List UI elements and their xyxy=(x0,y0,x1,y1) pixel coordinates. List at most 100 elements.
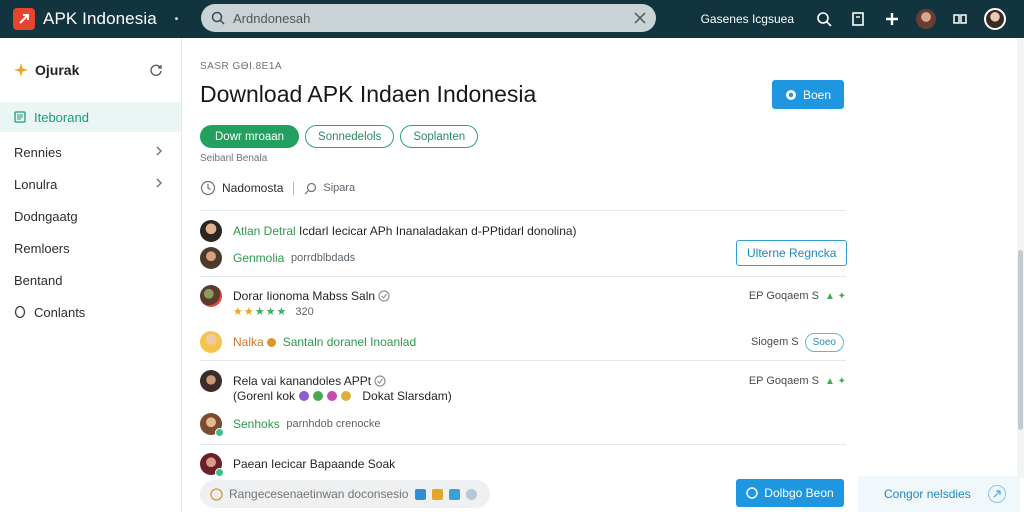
sidebar-item-label: Bentand xyxy=(14,272,63,288)
comment-input[interactable] xyxy=(229,487,409,501)
circle-icon xyxy=(14,305,26,319)
filter-bar: Nadomosta Sipara xyxy=(200,180,355,196)
search-icon[interactable] xyxy=(304,182,317,195)
item-author[interactable]: Nalka xyxy=(233,335,264,349)
separator xyxy=(293,181,295,195)
search-input[interactable] xyxy=(233,10,634,26)
list-item[interactable]: Dorar Iionoma Mabss Saln EP Goqaem S ▲ ✦ xyxy=(200,285,846,307)
search-icon xyxy=(211,11,225,25)
profile-avatar[interactable] xyxy=(916,9,936,29)
image-icon[interactable] xyxy=(432,488,443,500)
trend-icon: ▲ ✦ xyxy=(824,375,846,387)
sidebar-item-home[interactable]: Iteborand xyxy=(0,102,181,132)
help-label: Congor nelsdies xyxy=(884,487,971,501)
pill-soplanten[interactable]: Soplanten xyxy=(400,125,479,148)
item-subline: (Gorenl kok Dokat Slarsdam) xyxy=(233,389,452,403)
send-button[interactable]: Dolbgo Beon xyxy=(736,479,844,507)
sidebar-item-remloers[interactable]: Remloers xyxy=(0,232,181,264)
avatar xyxy=(200,413,224,437)
item-text: parnhdob crenocke xyxy=(286,418,381,430)
chevron-right-icon xyxy=(156,178,162,188)
avatar xyxy=(200,370,222,392)
send-button-label: Dolbgo Beon xyxy=(764,486,834,500)
sidebar-item-conlants[interactable]: Conlants xyxy=(0,296,181,328)
page-title: Download APK Indaen Indonesia xyxy=(200,81,537,107)
bookmark-icon[interactable] xyxy=(848,9,868,29)
emoji-icon[interactable] xyxy=(210,487,223,501)
sidebar-header: Ojurak xyxy=(0,38,181,102)
clock-icon[interactable] xyxy=(200,180,216,196)
dropdown-dot-icon[interactable]: • xyxy=(175,14,179,25)
item-title[interactable]: Rela vai kanandoles APPt xyxy=(233,374,371,388)
item-meta: EP Goqaem S ▲ ✦ xyxy=(749,375,846,387)
filter-secondary[interactable]: Sipara xyxy=(323,182,355,194)
help-icon[interactable] xyxy=(988,485,1006,503)
scrollbar-thumb[interactable] xyxy=(1018,250,1023,430)
sidebar-item-lonulra[interactable]: Lonulra xyxy=(0,168,181,200)
avatar xyxy=(200,247,222,269)
item-meta-text: Siogem S xyxy=(750,336,799,348)
row-mini-button[interactable]: Soeo xyxy=(804,332,844,352)
item-meta: EP Goqaem S ▲ ✦ xyxy=(749,290,846,302)
refresh-icon[interactable] xyxy=(149,63,163,77)
item-title[interactable]: Paean Iecicar Bapaande Soak xyxy=(233,457,395,471)
divider xyxy=(200,444,846,445)
list-item[interactable]: Paean Iecicar Bapaande Soak xyxy=(200,452,846,477)
search-icon[interactable] xyxy=(814,9,834,29)
list-item[interactable]: Senhoks parnhdob crenocke xyxy=(200,412,846,437)
sidebar-item-dodngaatg[interactable]: Dodngaatg xyxy=(0,200,181,232)
emoji-icon xyxy=(299,391,310,401)
clear-search-icon[interactable] xyxy=(634,12,646,24)
sidebar-item-bentand[interactable]: Bentand xyxy=(0,264,181,296)
avatar xyxy=(200,453,224,477)
chevron-right-icon xyxy=(156,146,162,156)
sidebar-item-label: Remloers xyxy=(14,240,70,256)
list-item[interactable]: Nalka Santaln doranel Inoanlad Siogem S … xyxy=(200,330,846,354)
add-icon[interactable] xyxy=(882,9,902,29)
sidebar-item-rennies[interactable]: Rennies xyxy=(0,136,181,168)
top-bar: APK Indonesia • Gasenes Icgsuea xyxy=(0,0,1024,38)
verified-icon xyxy=(374,375,387,387)
item-text: Icdarl Iecicar APh Inanaladakan d-PPtida… xyxy=(299,224,577,238)
sidebar: Ojurak Iteborand Rennies Lonulra Dodngaa… xyxy=(0,38,182,512)
sidebar-item-label: Conlants xyxy=(34,304,86,320)
trend-icon: ▲ ✦ xyxy=(824,290,846,302)
primary-button-label: Boen xyxy=(802,87,832,102)
divider xyxy=(200,276,846,277)
attach-icon[interactable] xyxy=(415,488,426,500)
pill-download[interactable]: Dowr mroaan xyxy=(200,125,300,148)
avatar xyxy=(200,331,222,353)
user-avatar[interactable] xyxy=(984,8,1006,30)
star-rating-icon: ★★★★★ xyxy=(233,306,288,318)
help-panel[interactable]: Congor nelsdies xyxy=(858,476,1020,512)
sparkle-icon xyxy=(14,63,28,77)
avatar xyxy=(200,285,222,307)
list-item[interactable]: Genmolia porrdblbdads xyxy=(200,246,846,270)
thumbs-up-icon[interactable] xyxy=(466,488,477,500)
item-author[interactable]: Genmolia xyxy=(233,251,284,265)
primary-button[interactable]: Boen xyxy=(772,80,844,109)
item-text-secondary: Dokat Slarsdam) xyxy=(362,389,452,403)
top-link[interactable]: Gasenes Icgsuea xyxy=(701,12,794,26)
gif-icon[interactable] xyxy=(449,488,460,500)
avatar xyxy=(200,220,222,242)
verified-icon xyxy=(378,290,391,302)
grid-icon[interactable] xyxy=(950,9,970,29)
comment-box[interactable] xyxy=(200,480,490,508)
emoji-icon xyxy=(313,391,324,401)
item-meta-text: EP Goqaem S xyxy=(748,290,819,302)
item-author[interactable]: Atlan Detral xyxy=(233,224,296,238)
emoji-icon xyxy=(327,391,338,401)
rating-value: 320 xyxy=(295,305,314,318)
pill-sonnedelols[interactable]: Sonnedelols xyxy=(305,125,395,148)
app-title: APK Indonesia xyxy=(43,9,157,28)
brand[interactable]: APK Indonesia • xyxy=(0,8,190,30)
item-title[interactable]: Dorar Iionoma Mabss Saln xyxy=(233,289,375,303)
document-icon xyxy=(14,111,26,123)
filter-label[interactable]: Nadomosta xyxy=(222,181,283,195)
coin-icon xyxy=(267,337,277,347)
emoji-icon xyxy=(341,391,352,401)
sidebar-item-label: Rennies xyxy=(14,144,62,160)
search-bar[interactable] xyxy=(201,4,656,32)
item-author[interactable]: Senhoks xyxy=(233,417,280,431)
